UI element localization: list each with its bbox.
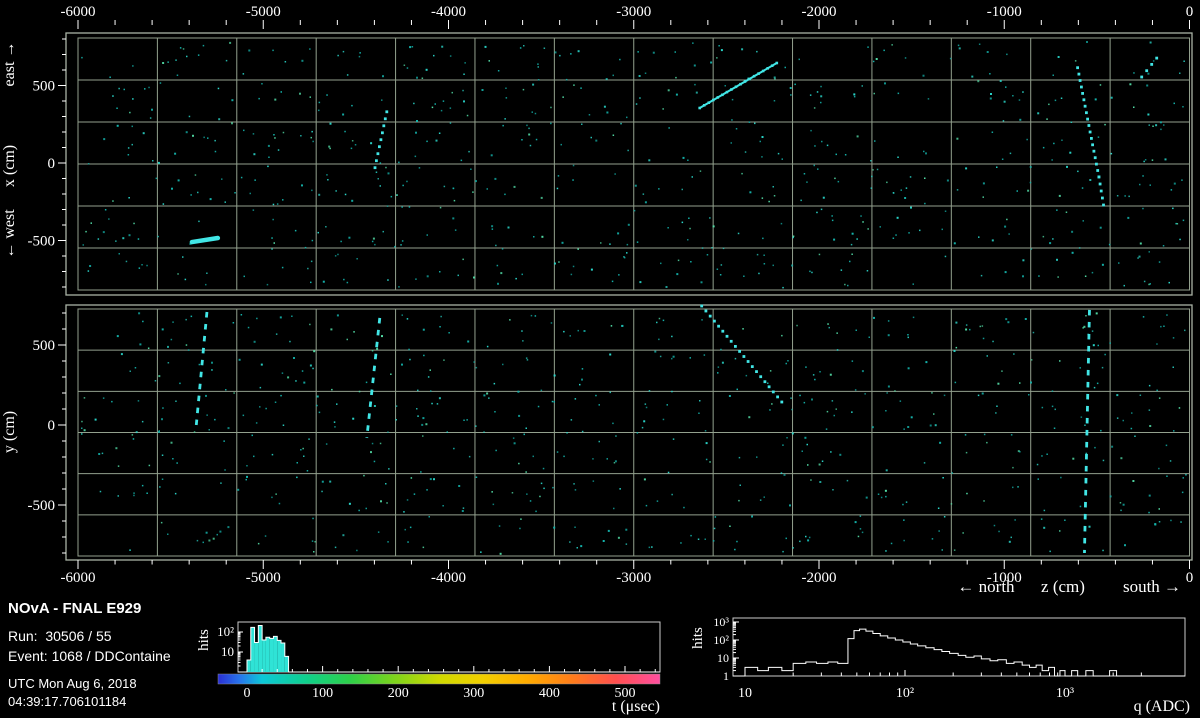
svg-text:100: 100: [312, 686, 333, 701]
svg-text:500: 500: [33, 338, 56, 354]
z-axis-label-south: south →: [1123, 577, 1181, 596]
time-histogram: 0 100 200 300 400 5001010²: [217, 621, 661, 701]
svg-text:-3000: -3000: [616, 4, 651, 20]
charge-hist-ylabel: hits: [690, 627, 706, 649]
time-colorbar: [217, 673, 661, 685]
svg-text:10: 10: [221, 644, 234, 659]
event-number: Event: 1068 / DDContaine: [8, 648, 171, 664]
svg-text:-4000: -4000: [431, 4, 466, 20]
svg-text:1: 1: [723, 669, 729, 683]
z-axis-title: z (cm): [1041, 577, 1085, 596]
svg-text:400: 400: [539, 686, 560, 701]
svg-text:-5000: -5000: [246, 4, 281, 20]
svg-text:10²: 10²: [896, 686, 914, 701]
top-view-label-west: ← west: [1, 209, 18, 259]
utc-date: UTC Mon Aug 6, 2018: [8, 676, 137, 691]
svg-text:0: 0: [1186, 4, 1194, 20]
svg-text:10: 10: [717, 651, 729, 665]
svg-text:-500: -500: [28, 498, 56, 514]
svg-text:-4000: -4000: [431, 570, 466, 586]
top-view-label-east: east →: [1, 42, 18, 87]
utc-time: 04:39:17.706101184: [8, 694, 127, 709]
time-hist-ylabel: hits: [196, 629, 212, 651]
top-view-axis-title-x: x (cm): [1, 145, 18, 187]
svg-text:10: 10: [738, 686, 752, 701]
svg-text:10³: 10³: [1056, 686, 1074, 701]
run-number: Run: 30506 / 55: [8, 628, 112, 644]
svg-text:-6000: -6000: [61, 570, 96, 586]
charge-hist-xlabel: q (ADC): [1134, 698, 1190, 715]
charge-histogram: 10 10² 10³ 1 10 10² 10³: [713, 615, 1186, 701]
experiment-title: NOvA - FNAL E929: [8, 600, 142, 617]
svg-text:-500: -500: [28, 234, 56, 250]
svg-text:300: 300: [463, 686, 484, 701]
svg-text:-5000: -5000: [246, 570, 281, 586]
svg-text:10²: 10²: [217, 624, 234, 639]
svg-text:10³: 10³: [713, 615, 729, 629]
event-display-canvas: -6000 -5000 -4000 -3000 -2000 -1000 05000-500-…: [1, 4, 1194, 715]
event-display-window: -6000 -5000 -4000 -3000 -2000 -1000 0 500 0 -500-…: [0, 0, 1200, 718]
svg-text:-1000: -1000: [987, 4, 1022, 20]
svg-text:10²: 10²: [713, 633, 729, 647]
svg-text:500: 500: [33, 79, 56, 95]
svg-text:-2000: -2000: [802, 4, 837, 20]
view-x-vs-z-view: -6000 -5000 -4000 -3000 -2000 -1000 0 500 0 -500: [28, 4, 1194, 296]
time-hist-xlabel: t (μsec): [612, 698, 660, 715]
svg-text:-6000: -6000: [61, 4, 96, 20]
bottom-view-axis-title-y: y (cm): [1, 411, 18, 453]
svg-text:0: 0: [1186, 570, 1194, 586]
svg-text:-3000: -3000: [616, 570, 651, 586]
svg-text:0: 0: [244, 686, 251, 701]
svg-text:0: 0: [48, 156, 56, 172]
svg-text:200: 200: [388, 686, 409, 701]
svg-text:-2000: -2000: [802, 570, 837, 586]
svg-text:0: 0: [48, 418, 56, 434]
z-axis-label-north: ← north: [957, 577, 1015, 596]
view-y-vs-z-view: -6000 -5000 -4000 -3000 -2000 -1000 05000-500: [28, 304, 1194, 586]
